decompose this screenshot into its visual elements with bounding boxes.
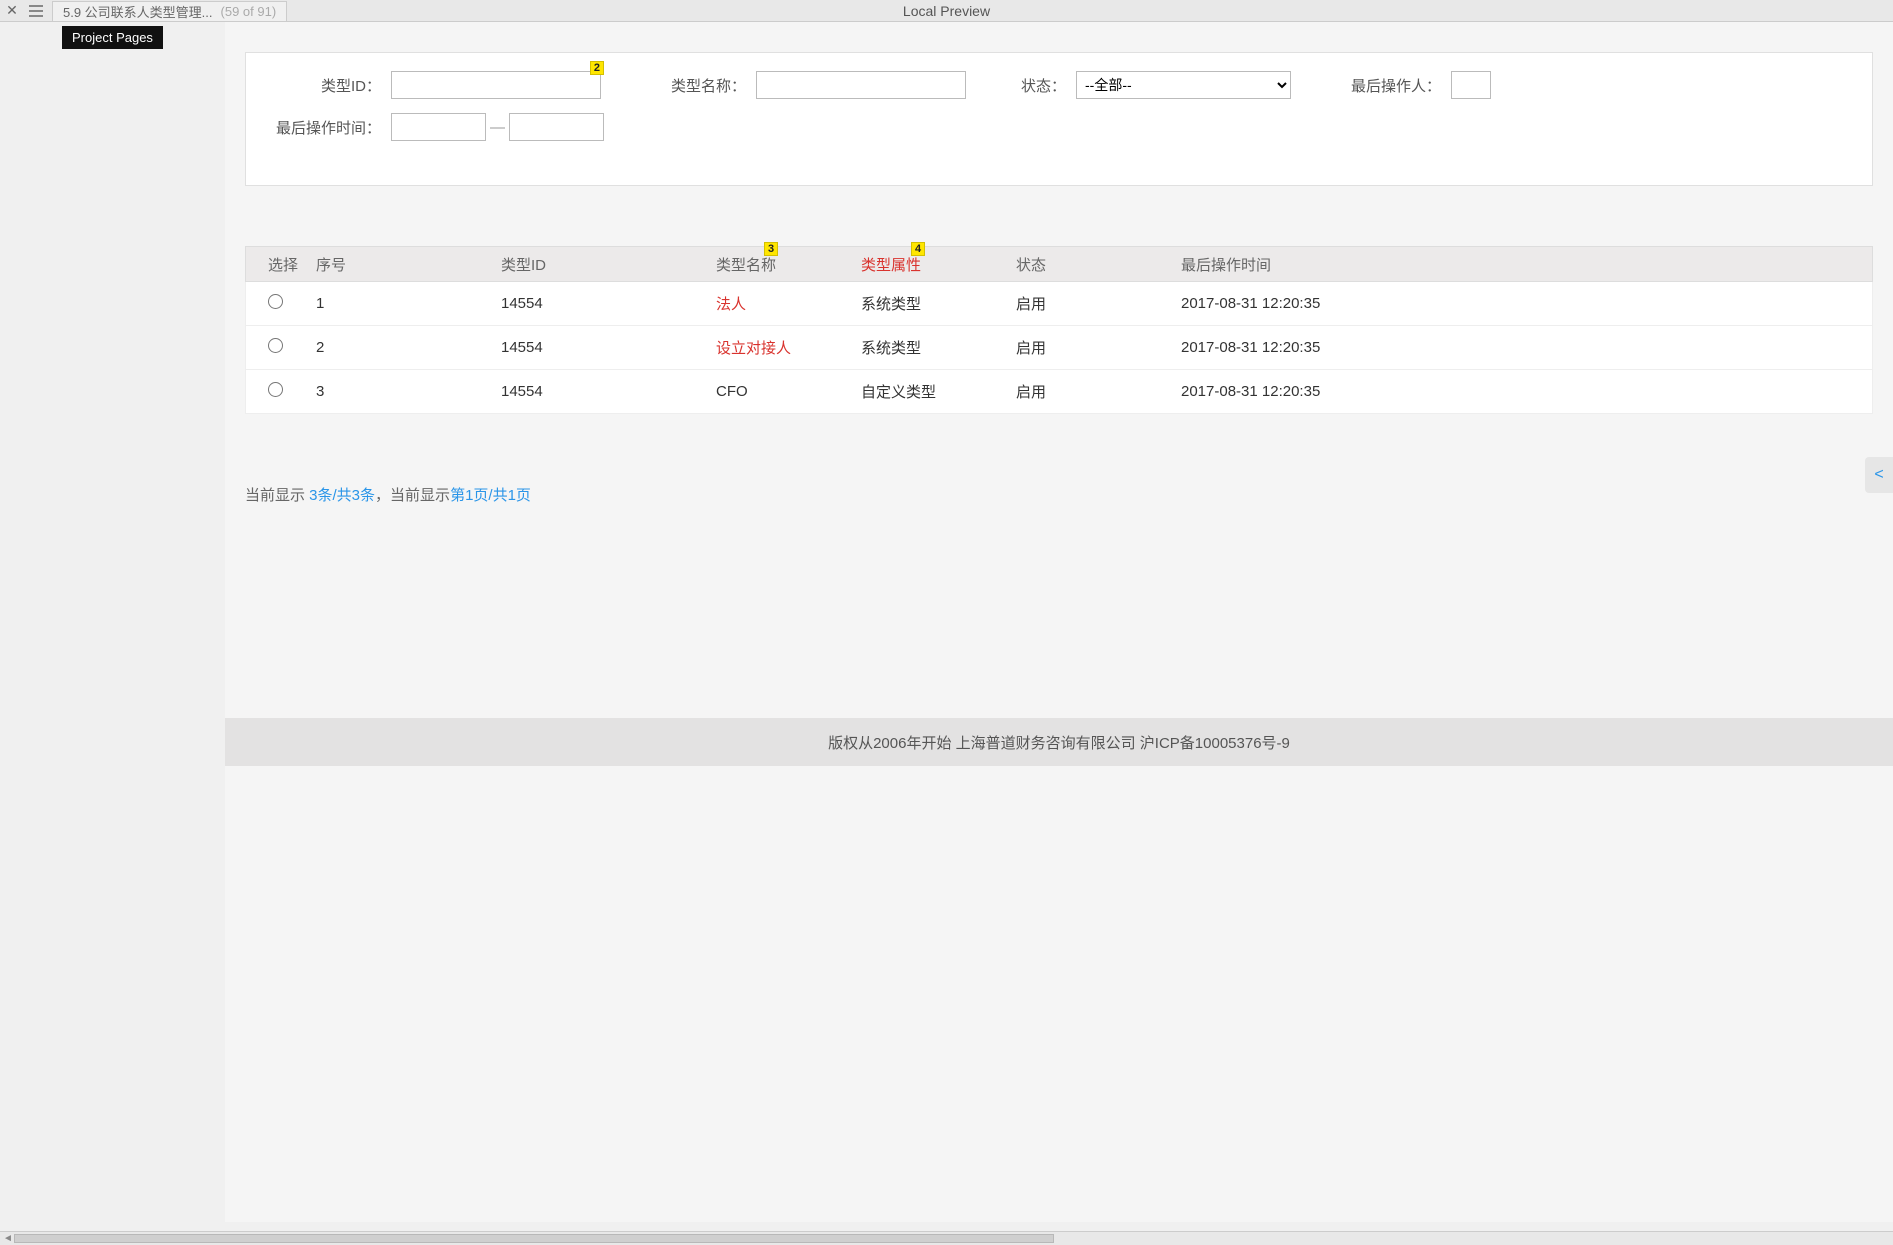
th-type-attr: 类型属性 4: [861, 254, 1016, 275]
row-radio[interactable]: [268, 294, 283, 309]
cell-status: 启用: [1016, 381, 1181, 402]
table-header: 选择 序号 类型ID 类型名称 3 类型属性 4 状态 最后操作时间: [245, 246, 1873, 282]
cell-time: 2017-08-31 12:20:35: [1181, 339, 1391, 356]
field-status: 状态： --全部--: [1006, 71, 1291, 99]
row-radio[interactable]: [268, 338, 283, 353]
badge-4: 4: [911, 242, 925, 256]
tooltip-project-pages: Project Pages: [62, 26, 163, 49]
page-count: 3条/共3条: [309, 487, 375, 504]
label-type-name: 类型名称：: [641, 75, 746, 96]
data-table: 选择 序号 类型ID 类型名称 3 类型属性 4 状态 最后操作时间 1 145…: [245, 246, 1873, 414]
page-comma: ，: [375, 487, 390, 504]
scroll-left-arrow-icon[interactable]: ◄: [3, 1233, 13, 1244]
field-last-operator: 最后操作人：: [1331, 71, 1491, 99]
cell-seq: 3: [316, 383, 501, 400]
badge-3: 3: [764, 242, 778, 256]
row-radio[interactable]: [268, 382, 283, 397]
preview-canvas: 类型ID： 2 类型名称： 状态： --全部-- 最后操作人： 最后操作时间：: [225, 22, 1893, 1222]
field-type-id: 类型ID： 2: [276, 71, 601, 99]
label-type-id: 类型ID：: [276, 75, 381, 96]
cell-type-id: 14554: [501, 295, 716, 312]
footer-text: 版权从2006年开始 上海普道财务咨询有限公司 沪ICP备10005376号-9: [828, 732, 1290, 753]
page-page: 第1页/共1页: [450, 487, 531, 504]
th-select: 选择: [246, 254, 316, 275]
filter-form: 类型ID： 2 类型名称： 状态： --全部-- 最后操作人： 最后操作时间：: [245, 52, 1873, 186]
preview-label: Local Preview: [903, 3, 990, 19]
cell-type-name: 设立对接人: [716, 337, 861, 358]
th-type-attr-text: 类型属性: [861, 257, 921, 274]
cell-type-name: CFO: [716, 383, 861, 400]
field-last-op-time: 最后操作时间： —: [276, 113, 604, 141]
label-last-op-time: 最后操作时间：: [276, 117, 381, 138]
page-prefix2: 当前显示: [390, 487, 450, 504]
input-type-id[interactable]: [391, 71, 601, 99]
label-last-operator: 最后操作人：: [1331, 75, 1441, 96]
footer: 版权从2006年开始 上海普道财务咨询有限公司 沪ICP备10005376号-9: [225, 718, 1893, 766]
input-type-name[interactable]: [756, 71, 966, 99]
table-row: 2 14554 设立对接人 系统类型 启用 2017-08-31 12:20:3…: [245, 326, 1873, 370]
th-status: 状态: [1016, 254, 1181, 275]
th-type-name-text: 类型名称: [716, 257, 776, 274]
cell-type-attr: 自定义类型: [861, 381, 1016, 402]
input-last-operator[interactable]: [1451, 71, 1491, 99]
range-dash: —: [490, 119, 505, 136]
cell-type-id: 14554: [501, 383, 716, 400]
close-icon[interactable]: ✕: [0, 2, 24, 19]
page-prefix1: 当前显示: [245, 487, 309, 504]
cell-type-attr: 系统类型: [861, 337, 1016, 358]
table-row: 1 14554 法人 系统类型 启用 2017-08-31 12:20:35: [245, 282, 1873, 326]
th-last-time: 最后操作时间: [1181, 254, 1391, 275]
badge-2: 2: [590, 61, 604, 75]
cell-type-attr: 系统类型: [861, 293, 1016, 314]
cell-status: 启用: [1016, 293, 1181, 314]
horizontal-scrollbar[interactable]: ◄: [0, 1231, 1893, 1245]
label-status: 状态：: [1006, 75, 1066, 96]
toolbar: ✕ 5.9 公司联系人类型管理... (59 of 91) Local Prev…: [0, 0, 1893, 22]
menu-icon[interactable]: [24, 5, 48, 17]
tab-title: 5.9 公司联系人类型管理...: [63, 2, 213, 21]
cell-seq: 2: [316, 339, 501, 356]
cell-type-id: 14554: [501, 339, 716, 356]
pagination-info: 当前显示 3条/共3条，当前显示第1页/共1页: [245, 484, 1873, 505]
input-start-date[interactable]: [391, 113, 486, 141]
cell-status: 启用: [1016, 337, 1181, 358]
table-row: 3 14554 CFO 自定义类型 启用 2017-08-31 12:20:35: [245, 370, 1873, 414]
th-type-id: 类型ID: [501, 254, 716, 275]
cell-seq: 1: [316, 295, 501, 312]
th-type-name: 类型名称 3: [716, 254, 861, 275]
scroll-thumb[interactable]: [14, 1234, 1054, 1243]
cell-type-name: 法人: [716, 293, 861, 314]
tab-counter: (59 of 91): [221, 4, 277, 19]
chevron-left-icon[interactable]: <: [1865, 457, 1893, 493]
input-end-date[interactable]: [509, 113, 604, 141]
field-type-name: 类型名称：: [641, 71, 966, 99]
cell-time: 2017-08-31 12:20:35: [1181, 295, 1391, 312]
th-seq: 序号: [316, 254, 501, 275]
page-tab[interactable]: 5.9 公司联系人类型管理... (59 of 91): [52, 1, 287, 21]
cell-time: 2017-08-31 12:20:35: [1181, 383, 1391, 400]
select-status[interactable]: --全部--: [1076, 71, 1291, 99]
